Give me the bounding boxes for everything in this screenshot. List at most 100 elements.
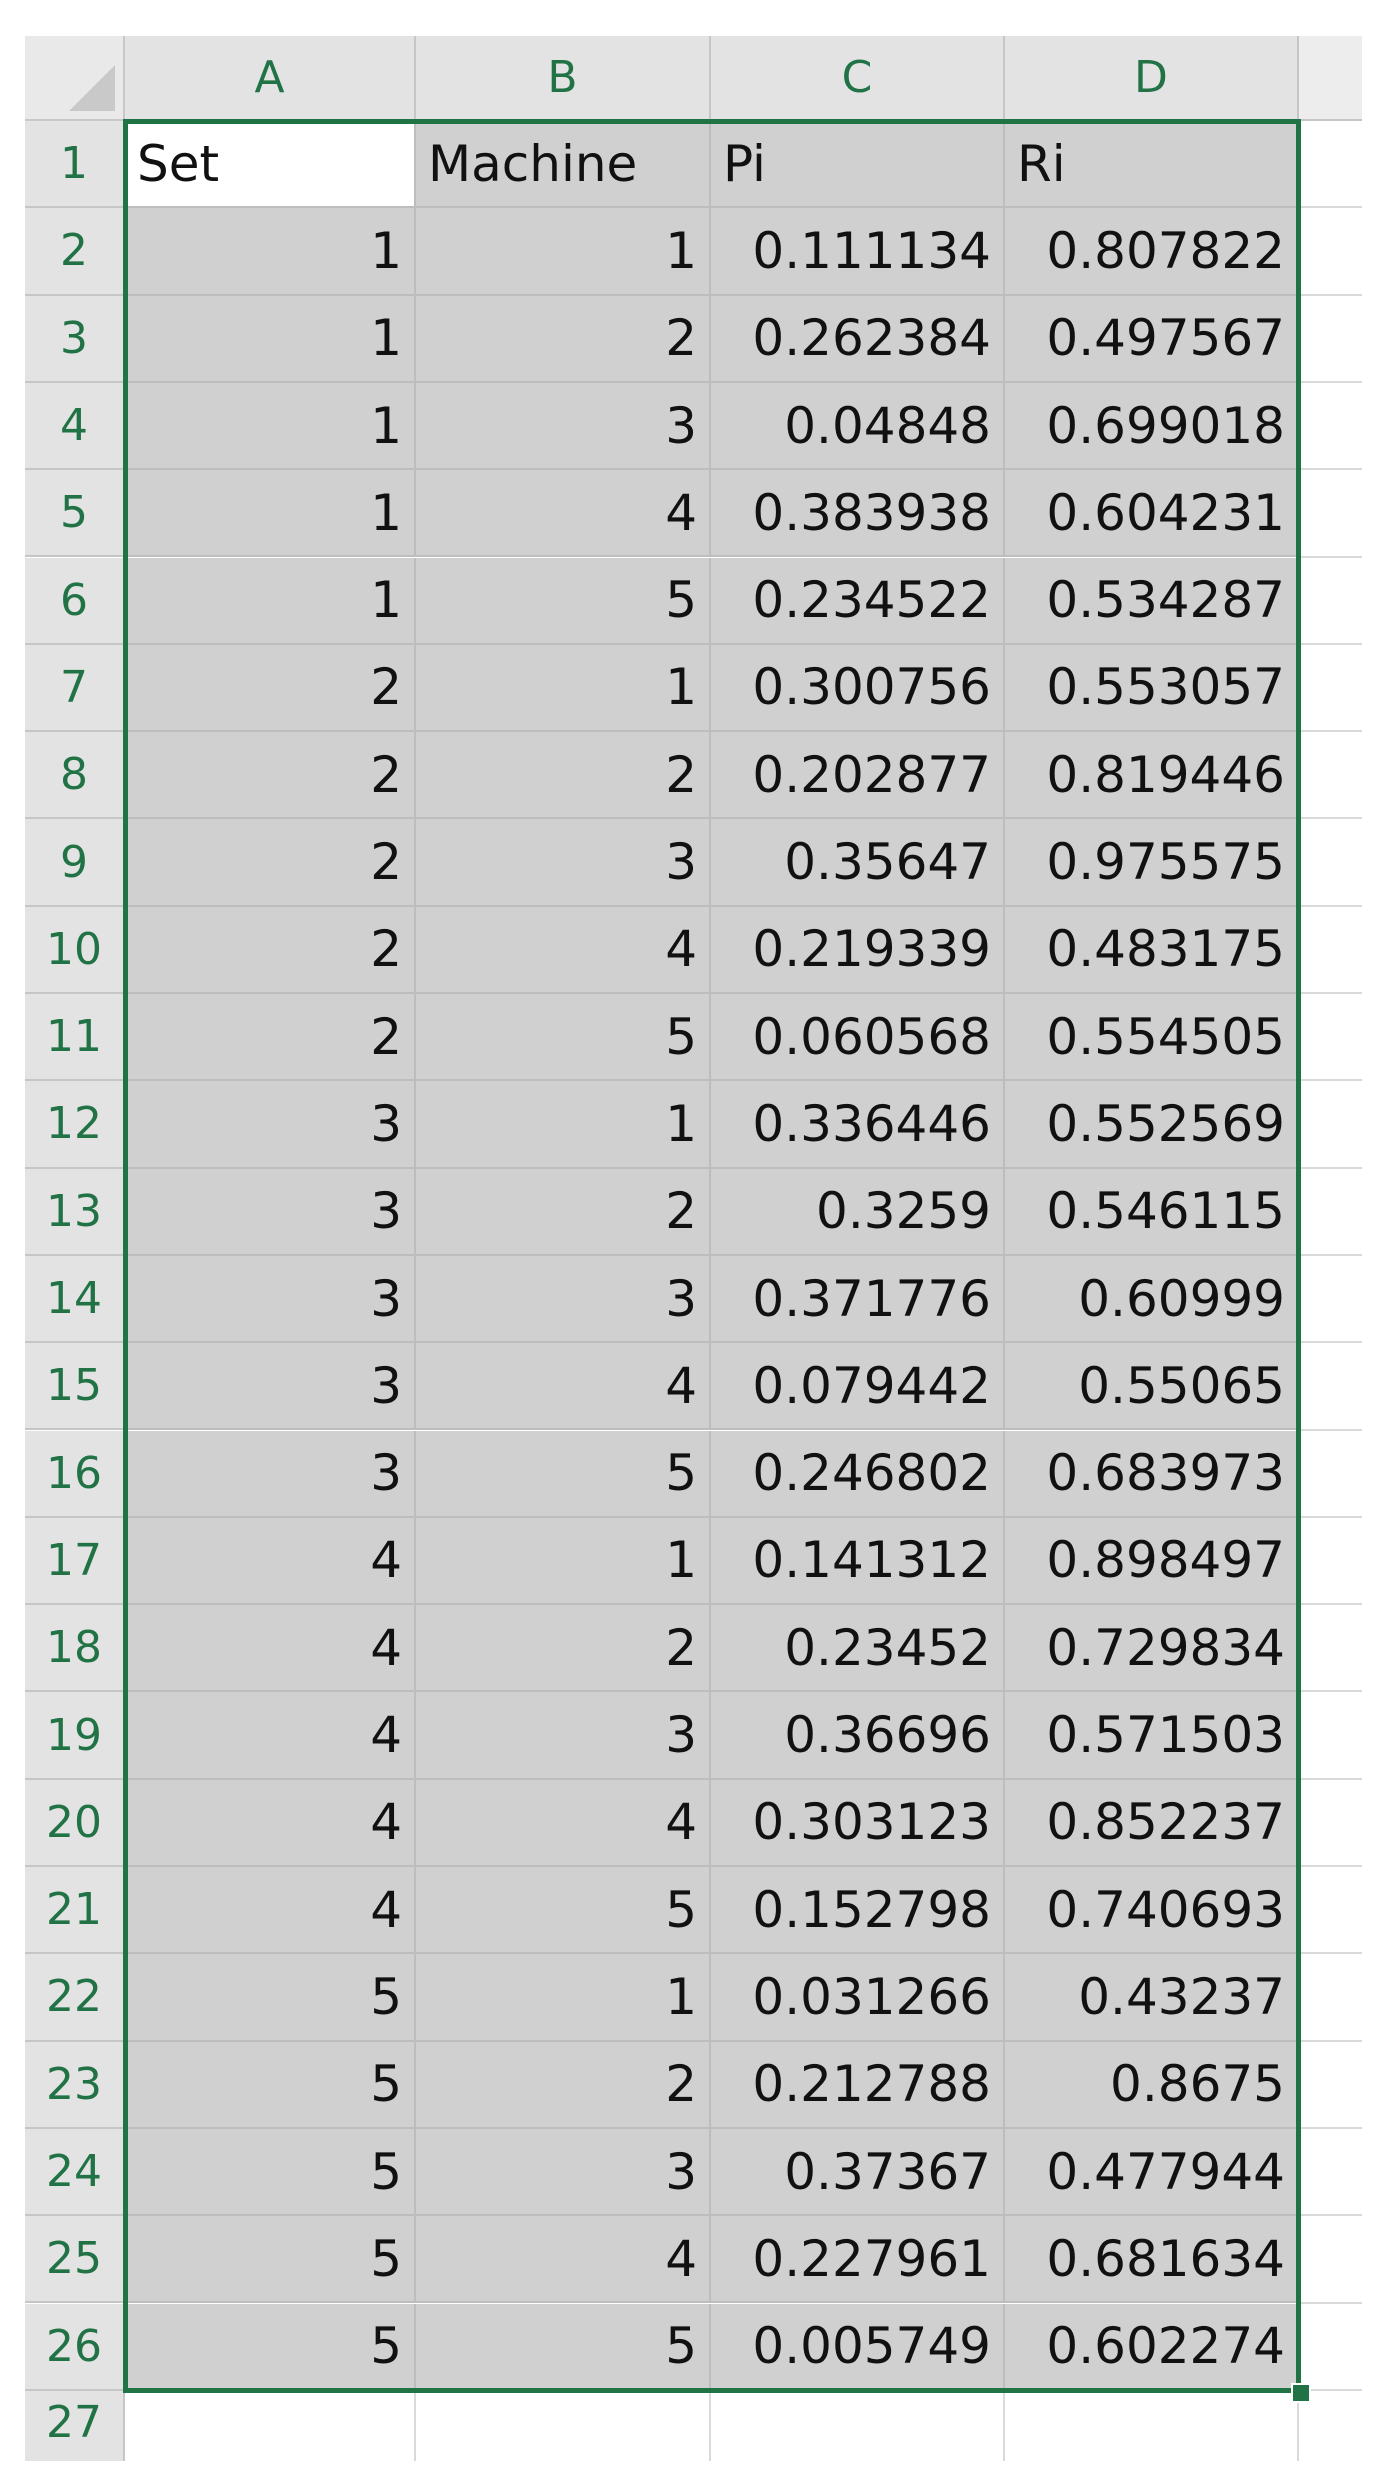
row-header-6[interactable]: 6: [25, 557, 125, 645]
table-cell[interactable]: 0.246802: [711, 1430, 1005, 1518]
table-cell[interactable]: 2: [416, 1168, 711, 1256]
table-cell[interactable]: 0.740693: [1005, 1867, 1299, 1955]
row-header-7[interactable]: 7: [25, 644, 125, 733]
table-cell[interactable]: 0.552569: [1005, 1081, 1299, 1169]
row-header-1[interactable]: 1: [25, 121, 125, 209]
table-cell[interactable]: 0.534287: [1005, 557, 1299, 645]
table-cell[interactable]: 0.383938: [711, 470, 1005, 558]
empty-cell[interactable]: [125, 2390, 416, 2461]
table-cell[interactable]: 1: [125, 470, 416, 558]
table-cell[interactable]: 0.234522: [711, 557, 1005, 645]
table-cell[interactable]: 0.898497: [1005, 1517, 1299, 1606]
table-cell[interactable]: 0.553057: [1005, 644, 1299, 733]
table-cell[interactable]: 3: [416, 2128, 711, 2217]
table-cell[interactable]: 0.37367: [711, 2128, 1005, 2217]
row-header-11[interactable]: 11: [25, 994, 125, 1082]
table-cell[interactable]: 0.152798: [711, 1867, 1005, 1955]
table-cell[interactable]: 0.141312: [711, 1517, 1005, 1606]
table-cell[interactable]: 4: [416, 1343, 711, 1431]
row-header-3[interactable]: 3: [25, 295, 125, 383]
table-cell[interactable]: 5: [125, 2303, 416, 2391]
table-cell[interactable]: 0.602274: [1005, 2303, 1299, 2391]
table-cell[interactable]: 0.219339: [711, 906, 1005, 994]
table-cell[interactable]: 0.477944: [1005, 2128, 1299, 2217]
column-header-c[interactable]: C: [711, 36, 1005, 121]
row-header-9[interactable]: 9: [25, 819, 125, 907]
table-cell[interactable]: 0.683973: [1005, 1430, 1299, 1518]
select-all-button[interactable]: [25, 36, 125, 121]
table-cell[interactable]: 0.60999: [1005, 1255, 1299, 1344]
table-cell[interactable]: 4: [125, 1605, 416, 1693]
table-cell[interactable]: 5: [125, 2128, 416, 2217]
table-cell[interactable]: 2: [125, 819, 416, 907]
row-header-4[interactable]: 4: [25, 382, 125, 471]
table-cell[interactable]: 0.079442: [711, 1343, 1005, 1431]
row-header-23[interactable]: 23: [25, 2041, 125, 2129]
empty-cell[interactable]: [711, 2390, 1005, 2461]
column-header-b[interactable]: B: [416, 36, 711, 121]
table-cell[interactable]: 0.571503: [1005, 1692, 1299, 1780]
table-cell[interactable]: 0.681634: [1005, 2216, 1299, 2304]
table-cell[interactable]: 3: [416, 819, 711, 907]
row-header-10[interactable]: 10: [25, 906, 125, 994]
table-cell[interactable]: 5: [125, 2041, 416, 2129]
row-header-14[interactable]: 14: [25, 1255, 125, 1344]
table-cell[interactable]: 4: [416, 2216, 711, 2304]
row-header-17[interactable]: 17: [25, 1517, 125, 1606]
table-cell[interactable]: 0.031266: [711, 1954, 1005, 2042]
table-cell[interactable]: 0.212788: [711, 2041, 1005, 2129]
row-header-8[interactable]: 8: [25, 732, 125, 820]
table-cell[interactable]: 4: [125, 1867, 416, 1955]
table-cell[interactable]: 5: [416, 2303, 711, 2391]
table-cell[interactable]: 0.729834: [1005, 1605, 1299, 1693]
table-cell[interactable]: 0.3259: [711, 1168, 1005, 1256]
table-cell[interactable]: 0.303123: [711, 1779, 1005, 1867]
row-header-22[interactable]: 22: [25, 1954, 125, 2042]
table-cell[interactable]: 5: [416, 1867, 711, 1955]
table-cell[interactable]: 1: [416, 1081, 711, 1169]
table-cell[interactable]: 5: [416, 1430, 711, 1518]
table-cell[interactable]: 1: [416, 1954, 711, 2042]
table-cell[interactable]: 0.35647: [711, 819, 1005, 907]
row-header-20[interactable]: 20: [25, 1779, 125, 1867]
table-cell[interactable]: 0.005749: [711, 2303, 1005, 2391]
table-cell[interactable]: 0.852237: [1005, 1779, 1299, 1867]
table-cell[interactable]: 3: [125, 1081, 416, 1169]
table-cell[interactable]: 4: [125, 1779, 416, 1867]
row-header-13[interactable]: 13: [25, 1168, 125, 1256]
header-cell-machine[interactable]: Machine: [416, 121, 711, 209]
table-cell[interactable]: 0.8675: [1005, 2041, 1299, 2129]
table-cell[interactable]: 0.36696: [711, 1692, 1005, 1780]
table-cell[interactable]: 0.371776: [711, 1255, 1005, 1344]
row-header-2[interactable]: 2: [25, 208, 125, 296]
table-cell[interactable]: 0.975575: [1005, 819, 1299, 907]
header-cell-pi[interactable]: Pi: [711, 121, 1005, 209]
table-cell[interactable]: 4: [416, 906, 711, 994]
table-cell[interactable]: 4: [416, 1779, 711, 1867]
table-cell[interactable]: 0.497567: [1005, 295, 1299, 383]
table-cell[interactable]: 2: [416, 295, 711, 383]
table-cell[interactable]: 0.483175: [1005, 906, 1299, 994]
table-cell[interactable]: 0.111134: [711, 208, 1005, 296]
empty-cell[interactable]: [416, 2390, 711, 2461]
table-cell[interactable]: 0.300756: [711, 644, 1005, 733]
table-cell[interactable]: 3: [125, 1168, 416, 1256]
table-cell[interactable]: 2: [125, 732, 416, 820]
row-header-extra[interactable]: 27: [25, 2390, 125, 2461]
table-cell[interactable]: 0.807822: [1005, 208, 1299, 296]
table-cell[interactable]: 0.336446: [711, 1081, 1005, 1169]
column-header-d[interactable]: D: [1005, 36, 1299, 121]
row-header-26[interactable]: 26: [25, 2303, 125, 2391]
table-cell[interactable]: 4: [125, 1692, 416, 1780]
table-cell[interactable]: 0.546115: [1005, 1168, 1299, 1256]
table-cell[interactable]: 2: [125, 906, 416, 994]
table-cell[interactable]: 5: [125, 1954, 416, 2042]
table-cell[interactable]: 5: [416, 994, 711, 1082]
table-cell[interactable]: 3: [416, 1692, 711, 1780]
table-cell[interactable]: 3: [125, 1343, 416, 1431]
row-header-15[interactable]: 15: [25, 1343, 125, 1431]
table-cell[interactable]: 0.262384: [711, 295, 1005, 383]
table-cell[interactable]: 3: [416, 382, 711, 471]
table-cell[interactable]: 5: [416, 557, 711, 645]
table-cell[interactable]: 3: [125, 1430, 416, 1518]
